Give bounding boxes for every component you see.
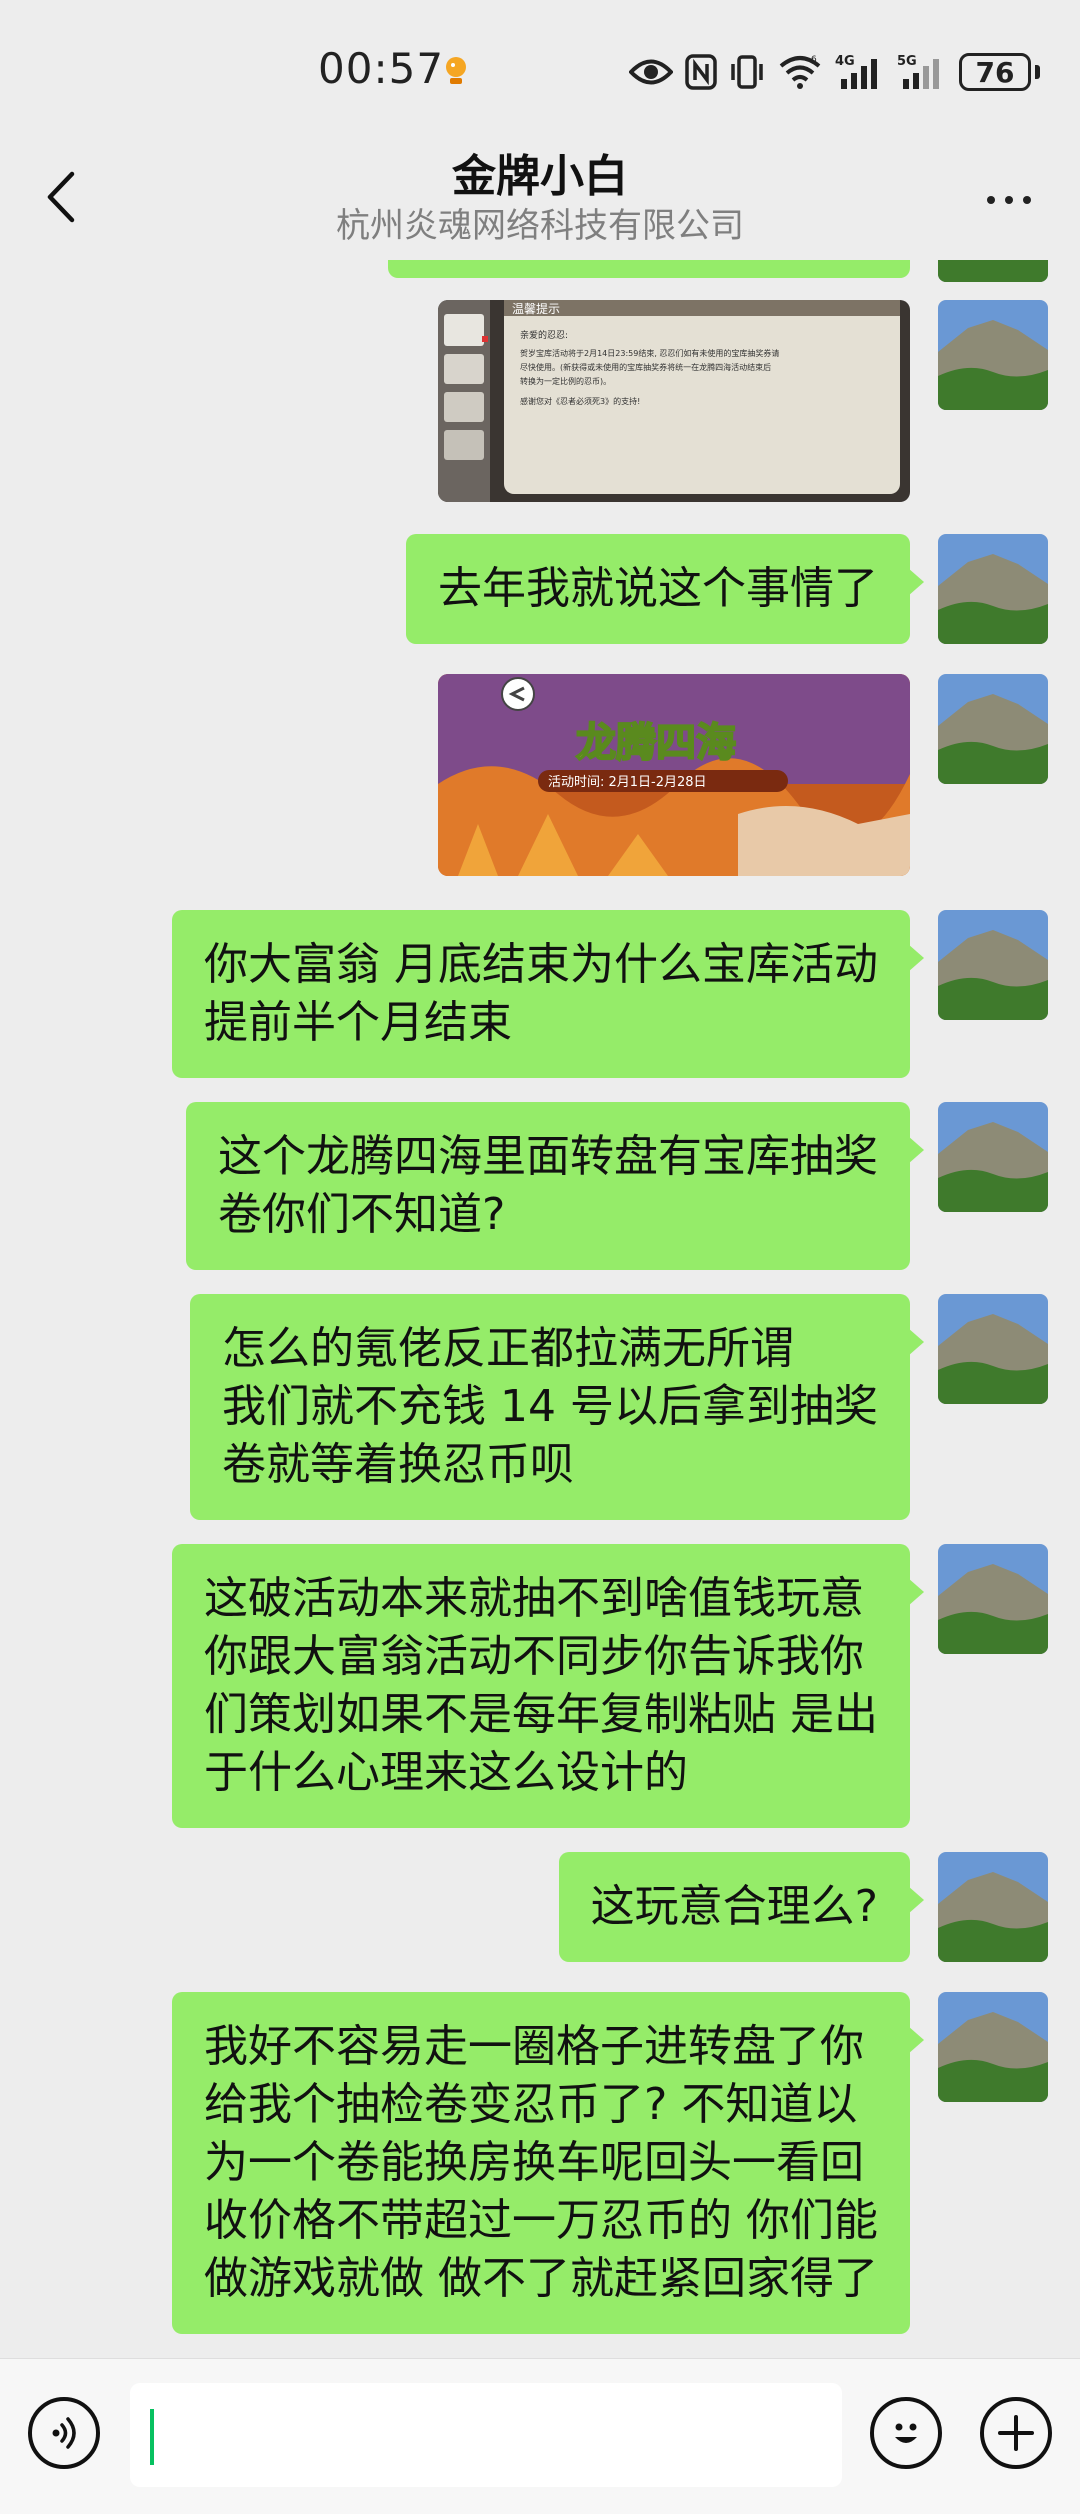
more-options-button[interactable] (974, 180, 1044, 220)
4g-signal-icon: 4G (835, 54, 877, 89)
emoji-button[interactable] (870, 2397, 942, 2469)
more-dot (987, 196, 995, 204)
avatar[interactable] (938, 674, 1048, 784)
image-caption: 活动时间: 2月1日-2月28日 (548, 775, 707, 790)
emoji-icon (895, 2423, 917, 2443)
status-icons: 6 4G 5G 76 (629, 50, 1040, 94)
more-dot (1005, 196, 1013, 204)
text-caret (150, 2409, 154, 2465)
app-notification-icon (440, 54, 472, 86)
battery-tip (1035, 65, 1040, 79)
svg-text:6: 6 (811, 55, 817, 65)
image-caption: 贺岁宝库活动将于2月14日23:59结束, 忍忍们如有未使用的宝库抽奖券请 (520, 348, 779, 358)
message-list[interactable]: 温馨提示 亲爱的忍忍: 贺岁宝库活动将于2月14日23:59结束, 忍忍们如有未… (0, 260, 1080, 2358)
message-bubble[interactable]: 这个龙腾四海里面转盘有宝库抽奖 卷你们不知道? (186, 1102, 924, 1270)
input-bar (0, 2358, 1080, 2514)
avatar[interactable] (938, 260, 1048, 282)
image-caption: 尽快使用。(新获得或未使用的宝库抽奖券将统一在龙腾四海活动结束后 (520, 362, 771, 372)
message-bubble[interactable]: 这玩意合理么? (558, 1852, 925, 1962)
avatar[interactable] (938, 1852, 1048, 1962)
5g-signal-icon: 5G (897, 54, 939, 89)
image-caption: 龙腾四海 (576, 720, 736, 766)
more-functions-button[interactable] (980, 2397, 1052, 2469)
avatar[interactable] (938, 910, 1048, 1020)
svg-text:5G: 5G (897, 54, 917, 69)
nfc-icon (685, 54, 717, 90)
chat-screen: 00:57 6 4G 5G 76 金牌小白 杭州炎魂网络科技有限公司 温馨提示 … (0, 0, 1080, 2514)
image-message[interactable]: 龙腾四海 活动时间: 2月1日-2月28日 (438, 674, 910, 876)
avatar[interactable] (938, 1544, 1048, 1654)
eye-icon (629, 59, 673, 85)
chat-subtitle: 杭州炎魂网络科技有限公司 (336, 206, 744, 246)
avatar[interactable] (938, 534, 1048, 644)
message-bubble[interactable]: 怎么的氪佬反正都拉满无所谓 我们就不充钱 14 号以后拿到抽奖 卷就等着换忍币呗 (190, 1294, 924, 1520)
avatar[interactable] (938, 1102, 1048, 1212)
more-dot (1023, 196, 1031, 204)
vibrate-icon (731, 55, 763, 89)
wifi-icon: 6 (779, 55, 821, 89)
message-bubble[interactable]: 我好不容易走一圈格子进转盘了你 给我个抽检卷变忍币了? 不知道以 为一个卷能换房… (172, 1992, 924, 2334)
voice-button[interactable] (28, 2397, 100, 2469)
avatar[interactable] (938, 1992, 1048, 2102)
status-time: 00:57 (318, 44, 445, 93)
chat-header: 金牌小白 杭州炎魂网络科技有限公司 (0, 140, 1080, 260)
chat-title: 金牌小白 (452, 151, 628, 202)
image-caption: 感谢您对《忍者必须死3》的支持! (520, 396, 640, 406)
message-input[interactable] (130, 2383, 842, 2487)
previous-message-bubble[interactable] (388, 260, 910, 278)
voice-icon (52, 2417, 76, 2449)
image-caption: 转换为一定比例的忍币)。 (520, 376, 611, 386)
plus-icon (998, 2415, 1034, 2451)
image-caption: 温馨提示 (512, 301, 560, 316)
message-bubble[interactable]: 你大富翁 月底结束为什么宝库活动 提前半个月结束 (172, 910, 924, 1078)
avatar[interactable] (938, 1294, 1048, 1404)
message-bubble[interactable]: 这破活动本来就抽不到啥值钱玩意 你跟大富翁活动不同步你告诉我你 们策划如果不是每… (172, 1544, 924, 1828)
avatar[interactable] (938, 300, 1048, 410)
message-bubble[interactable]: 去年我就说这个事情了 (406, 534, 924, 644)
image-caption: 亲爱的忍忍: (520, 329, 568, 341)
svg-text:4G: 4G (835, 54, 855, 69)
battery-level: 76 (975, 55, 1015, 89)
status-bar: 00:57 6 4G 5G 76 (0, 0, 1080, 140)
image-message[interactable]: 温馨提示 亲爱的忍忍: 贺岁宝库活动将于2月14日23:59结束, 忍忍们如有未… (438, 300, 910, 502)
battery-icon: 76 (959, 53, 1031, 91)
